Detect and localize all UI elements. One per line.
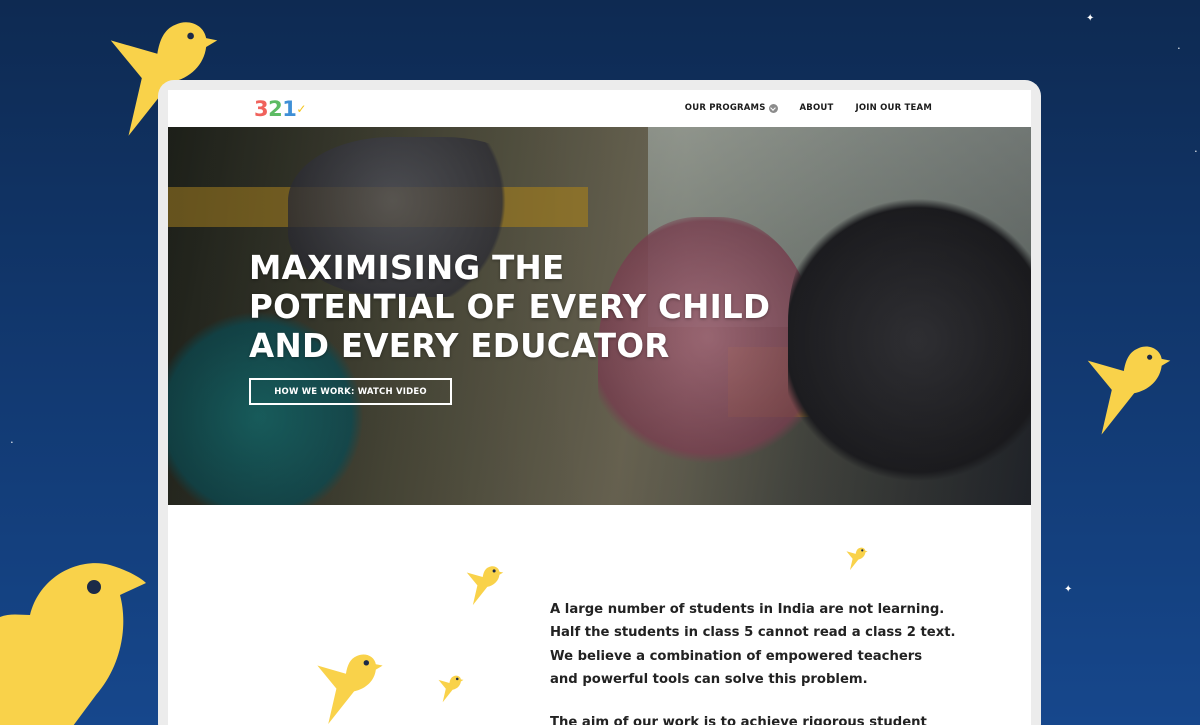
bird-icon xyxy=(846,546,868,571)
browser-frame: 321✓ OUR PROGRAMS ABOUT JOIN OUR TEAM MA… xyxy=(158,80,1041,725)
bird-icon xyxy=(1086,340,1172,438)
bird-icon xyxy=(438,674,464,703)
web-page: 321✓ OUR PROGRAMS ABOUT JOIN OUR TEAM MA… xyxy=(168,90,1031,725)
nav-item-our-programs[interactable]: OUR PROGRAMS xyxy=(685,103,778,113)
nav-item-join-our-team[interactable]: JOIN OUR TEAM xyxy=(856,103,933,113)
navbar: 321✓ OUR PROGRAMS ABOUT JOIN OUR TEAM xyxy=(168,90,1031,127)
intro-paragraph: The aim of our work is to achieve rigoro… xyxy=(550,715,927,725)
hero-title: MAXIMISING THE POTENTIAL OF EVERY CHILD … xyxy=(249,249,771,365)
logo-check-icon: ✓ xyxy=(296,102,306,116)
nav-item-about[interactable]: ABOUT xyxy=(800,103,834,113)
watch-video-button[interactable]: HOW WE WORK: WATCH VIDEO xyxy=(249,378,452,405)
intro-text: A large number of students in India are … xyxy=(550,598,970,725)
intro-paragraph: A large number of students in India are … xyxy=(550,602,956,687)
main-nav: OUR PROGRAMS ABOUT JOIN OUR TEAM xyxy=(685,103,932,113)
bird-icon xyxy=(0,555,150,725)
nav-item-label: JOIN OUR TEAM xyxy=(855,103,932,113)
bird-icon xyxy=(466,564,504,606)
star-icon: ✦ xyxy=(1086,13,1095,24)
star-icon: • xyxy=(1195,149,1197,155)
star-icon: • xyxy=(1178,46,1180,52)
nav-item-label: OUR PROGRAMS xyxy=(684,103,766,113)
star-icon: • xyxy=(11,440,13,446)
nav-item-label: ABOUT xyxy=(799,103,834,113)
site-logo[interactable]: 321✓ xyxy=(254,97,306,121)
chevron-down-icon[interactable] xyxy=(768,103,778,113)
bird-icon xyxy=(316,650,384,725)
star-icon: ✦ xyxy=(1064,584,1073,595)
hero-section: MAXIMISING THE POTENTIAL OF EVERY CHILD … xyxy=(168,127,1031,505)
